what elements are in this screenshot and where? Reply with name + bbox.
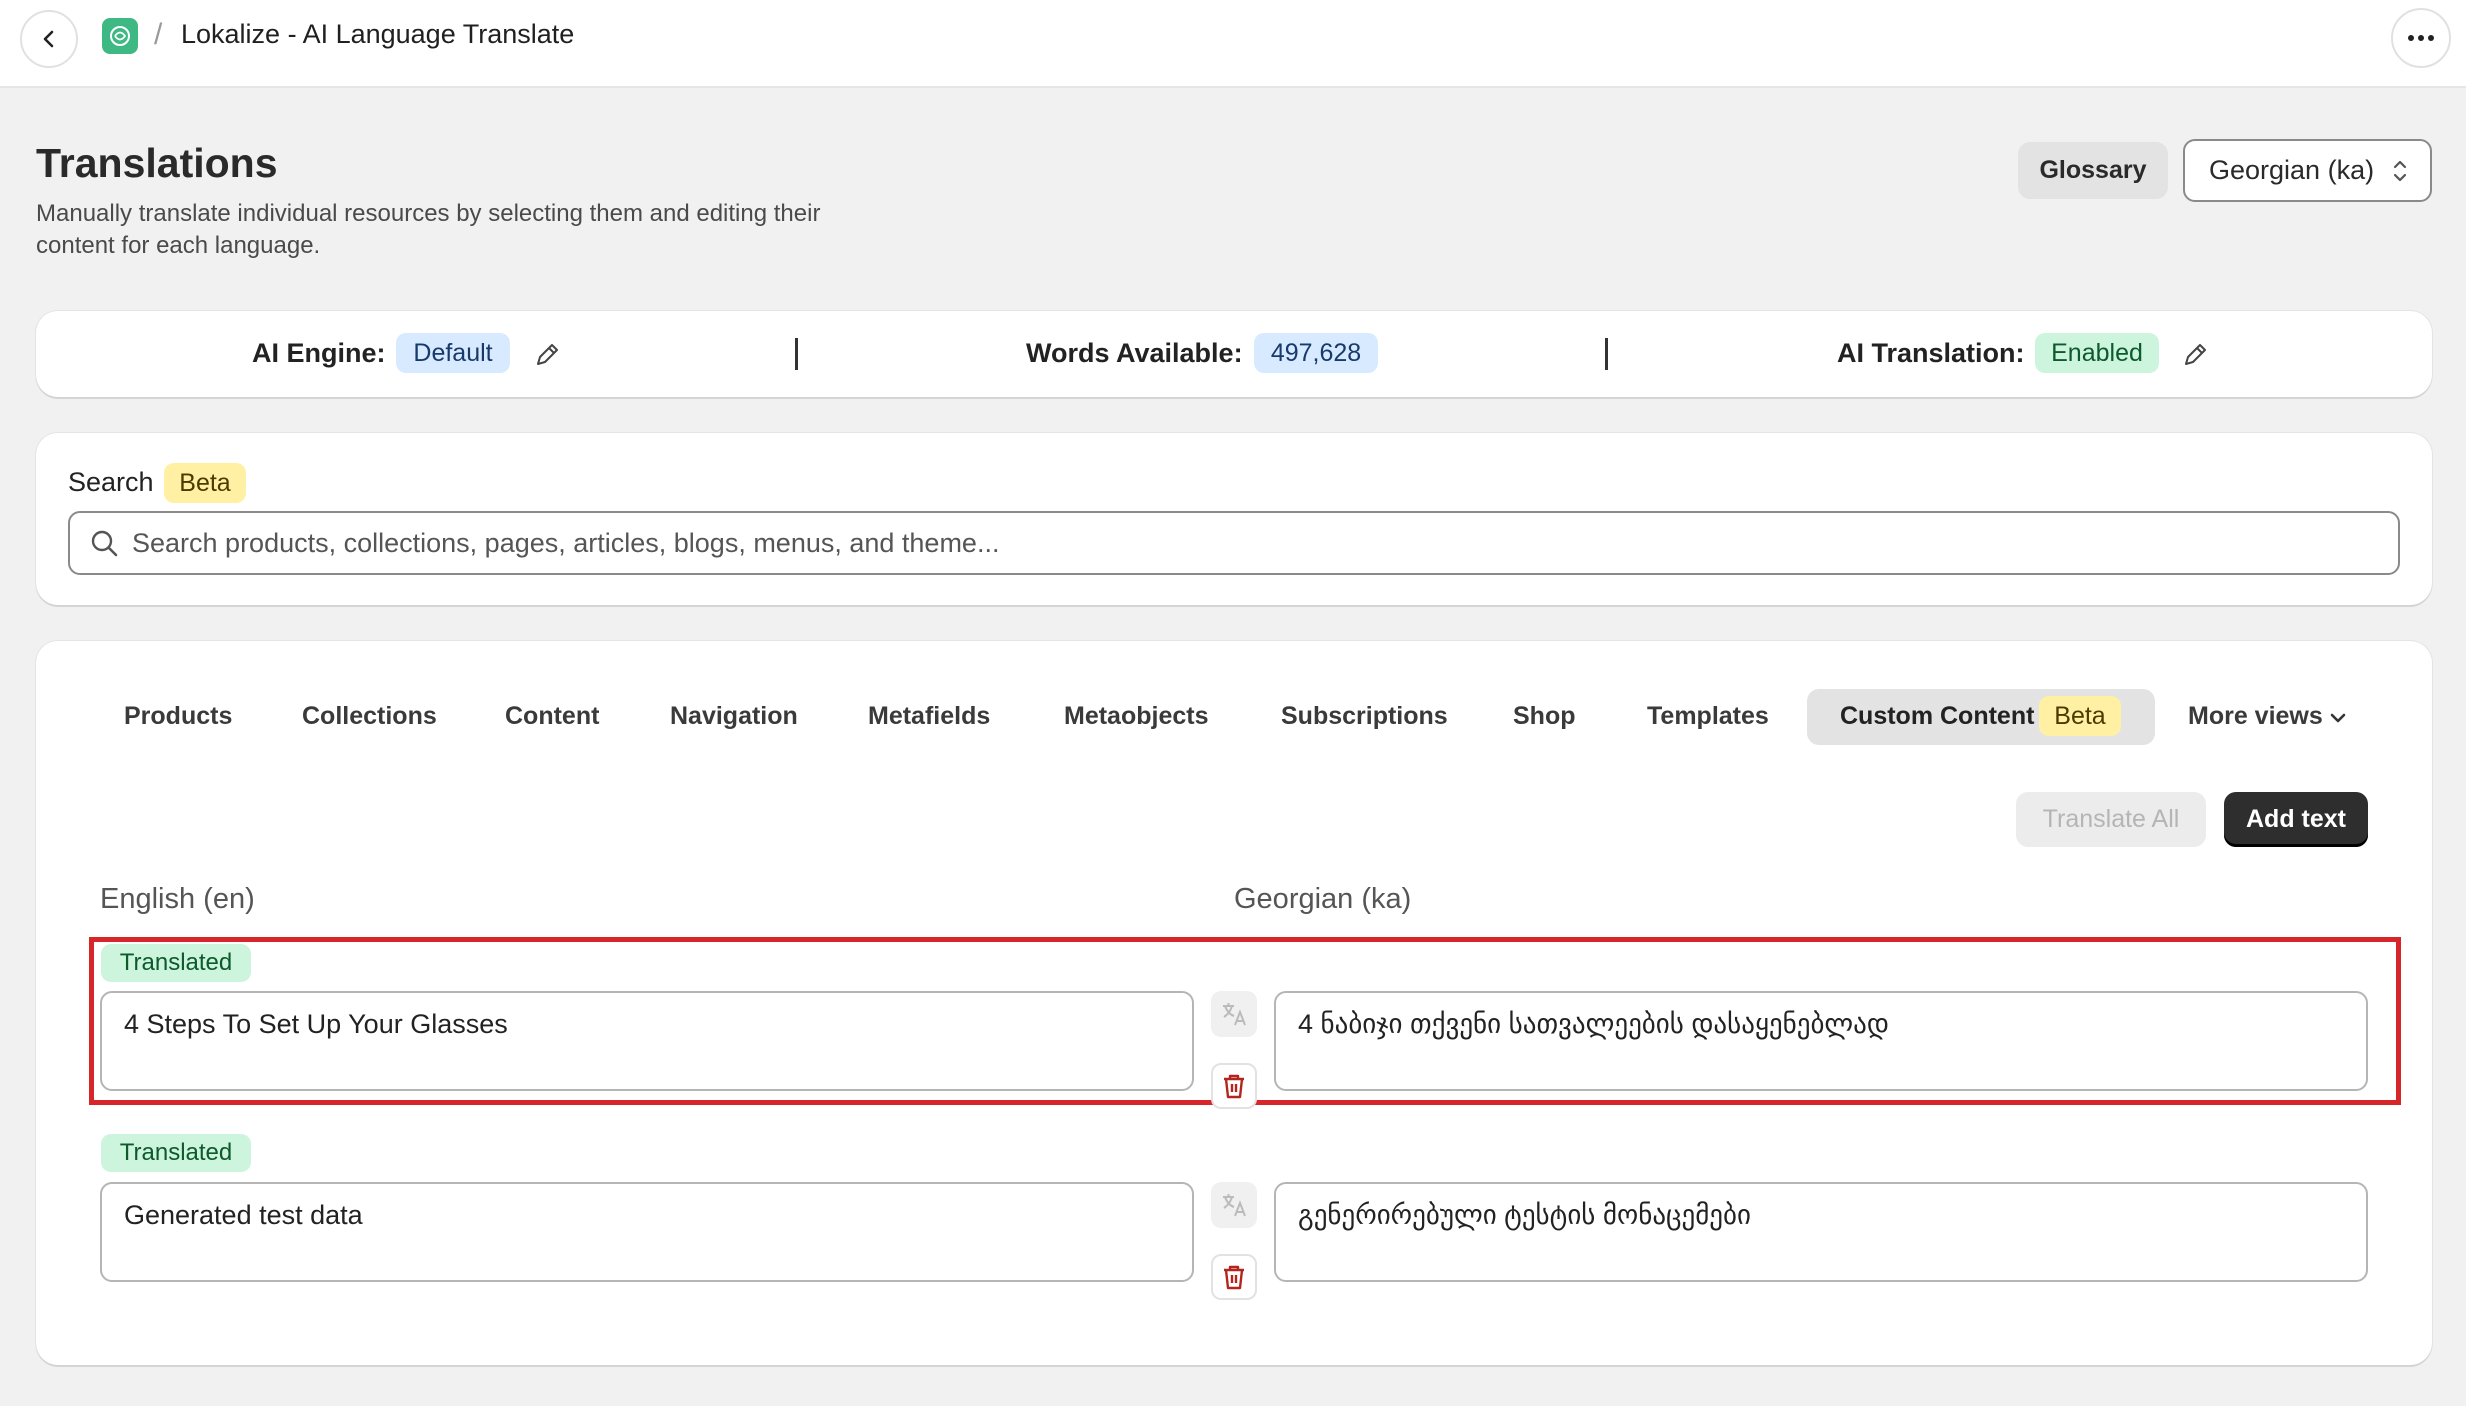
target-text-field[interactable]: გენერირებული ტესტის მონაცემები (1274, 1182, 2368, 1282)
tab-content[interactable]: Content (505, 702, 599, 731)
source-text-field[interactable]: 4 Steps To Set Up Your Glasses (100, 991, 1194, 1091)
status-badge: Translated (101, 944, 251, 982)
chevron-down-icon[interactable] (2327, 707, 2349, 729)
trash-icon (1224, 1074, 1244, 1099)
top-bar: / Lokalize - AI Language Translate (0, 0, 2466, 88)
tab-metaobjects[interactable]: Metaobjects (1064, 702, 1208, 731)
app-title[interactable]: Lokalize - AI Language Translate (181, 19, 574, 50)
target-column-header: Georgian (ka) (1234, 883, 1412, 915)
page-subtitle: Manually translate individual resources … (36, 200, 821, 259)
language-select[interactable]: Georgian (ka) (2183, 139, 2432, 202)
translate-icon (1223, 1194, 1246, 1217)
tab-navigation[interactable]: Navigation (670, 702, 798, 731)
words-available-label: Words Available: (1026, 338, 1243, 368)
target-text-field[interactable]: 4 ნაბიჯი თქვენი სათვალეების დასაყენებლად (1274, 991, 2368, 1091)
translate-all-button[interactable]: Translate All (2016, 792, 2206, 847)
source-column-header: English (en) (100, 883, 255, 915)
stats-divider (1605, 338, 1608, 370)
tab-custom-content[interactable]: Custom Content (1840, 702, 2034, 731)
tab-metafields[interactable]: Metafields (868, 702, 990, 731)
tab-templates[interactable]: Templates (1647, 702, 1769, 731)
ai-engine-badge: Default (396, 333, 510, 373)
more-actions-button[interactable] (2391, 8, 2451, 68)
tab-products[interactable]: Products (124, 702, 232, 731)
ai-translation-label: AI Translation: (1837, 338, 2025, 368)
custom-content-beta-badge: Beta (2039, 696, 2121, 736)
ai-engine-label: AI Engine: (252, 338, 386, 368)
search-label: Search (68, 467, 154, 497)
search-field[interactable] (68, 511, 2400, 575)
language-select-value: Georgian (ka) (2209, 155, 2375, 185)
add-text-button[interactable]: Add text (2224, 792, 2368, 847)
delete-row-button[interactable] (1211, 1254, 1257, 1300)
search-input[interactable] (132, 513, 2382, 573)
trash-icon (1224, 1265, 1244, 1290)
tab-collections[interactable]: Collections (302, 702, 437, 731)
tab-shop[interactable]: Shop (1513, 702, 1576, 731)
back-button[interactable] (20, 10, 78, 68)
more-horizontal-icon (2408, 35, 2434, 41)
tab-more-views[interactable]: More views (2188, 702, 2323, 731)
words-available-badge: 497,628 (1254, 333, 1378, 373)
translate-icon (1223, 1003, 1246, 1026)
tab-subscriptions[interactable]: Subscriptions (1281, 702, 1448, 731)
select-chevrons-icon (2393, 160, 2407, 182)
page-title: Translations (36, 140, 278, 186)
search-beta-badge: Beta (164, 463, 246, 503)
pencil-icon[interactable] (532, 340, 562, 370)
chevron-left-icon (43, 30, 54, 48)
glossary-button[interactable]: Glossary (2018, 142, 2168, 199)
ai-translation-badge: Enabled (2035, 333, 2159, 373)
source-text-field[interactable]: Generated test data (100, 1182, 1194, 1282)
pencil-icon[interactable] (2180, 340, 2210, 370)
translate-row-button[interactable] (1211, 991, 1257, 1037)
app-logo-icon (102, 18, 138, 54)
stats-divider (795, 338, 798, 370)
search-icon (91, 530, 118, 557)
delete-row-button[interactable] (1211, 1063, 1257, 1109)
breadcrumb-separator: / (154, 18, 163, 51)
status-badge: Translated (101, 1134, 251, 1172)
translate-row-button[interactable] (1211, 1182, 1257, 1228)
